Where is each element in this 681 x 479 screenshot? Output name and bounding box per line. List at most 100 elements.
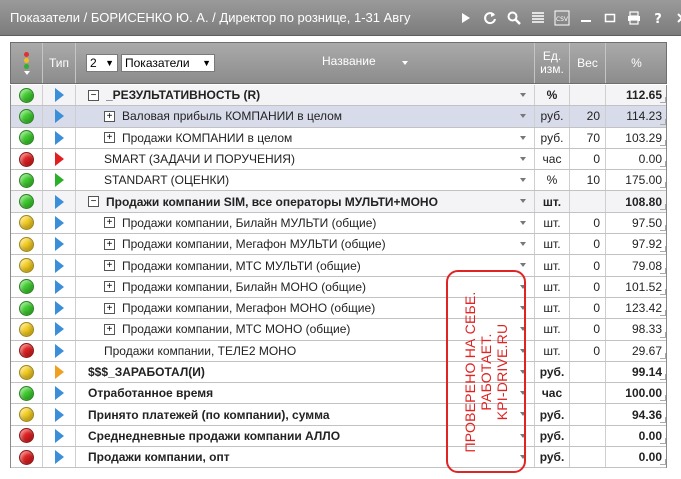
play-blue-icon[interactable] xyxy=(54,109,64,124)
name-cell[interactable]: − Продажи компании SIM, все операторы МУЛ… xyxy=(76,191,535,212)
play-blue-icon[interactable] xyxy=(54,428,64,443)
weight-cell[interactable] xyxy=(570,425,606,447)
collapse-icon[interactable]: − xyxy=(88,89,99,101)
type-column-header[interactable]: Тип xyxy=(43,43,76,83)
play-blue-icon[interactable] xyxy=(54,194,64,209)
status-column-header[interactable] xyxy=(11,43,43,83)
weight-cell[interactable]: 70 xyxy=(570,127,606,148)
weight-cell[interactable] xyxy=(570,447,606,468)
table-row[interactable]: SMART (ЗАДАЧИ И ПОРУЧЕНИЯ) час 0 0.00 xyxy=(11,148,666,171)
weight-cell[interactable]: 0 xyxy=(570,255,606,276)
table-row[interactable]: Среднедневные продажи компании АЛЛО руб. 0… xyxy=(11,425,666,448)
percent-column-header[interactable]: % xyxy=(606,43,667,83)
play-icon[interactable] xyxy=(458,10,474,26)
play-blue-icon[interactable] xyxy=(54,322,64,337)
help-icon[interactable]: ? xyxy=(650,10,666,26)
chevron-down-icon[interactable] xyxy=(520,220,526,225)
table-row[interactable]: Принято платежей (по компании), сумма руб… xyxy=(11,404,666,426)
play-blue-icon[interactable] xyxy=(54,301,64,316)
expand-icon[interactable]: + xyxy=(104,260,115,272)
table-row[interactable]: + Продажи компании, Мегафон МОНО (общие) ш… xyxy=(11,297,666,320)
print-icon[interactable] xyxy=(626,10,642,26)
play-green-icon[interactable] xyxy=(54,173,64,188)
maximize-icon[interactable] xyxy=(602,10,618,26)
weight-cell[interactable]: 0 xyxy=(570,297,606,319)
table-row[interactable]: Продажи компании, ТЕЛЕ2 МОНО шт. 0 29.67 xyxy=(11,340,666,362)
expand-icon[interactable]: + xyxy=(104,217,115,229)
name-header-label[interactable]: Название xyxy=(322,55,376,68)
play-orange-icon[interactable] xyxy=(54,365,64,379)
expand-icon[interactable]: + xyxy=(104,132,115,144)
play-blue-icon[interactable] xyxy=(54,386,64,401)
weight-cell[interactable]: 0 xyxy=(570,212,606,234)
play-blue-icon[interactable] xyxy=(54,279,64,294)
weight-cell[interactable]: 10 xyxy=(570,170,606,191)
expand-icon[interactable]: + xyxy=(104,302,115,314)
chevron-down-icon[interactable] xyxy=(520,156,526,161)
table-row[interactable]: + Продажи компании, Мегафон МУЛЬТИ (общие… xyxy=(11,234,666,256)
chevron-down-icon[interactable] xyxy=(520,178,526,183)
table-row[interactable]: STANDART (ОЦЕНКИ)% 10 175.00 xyxy=(11,170,666,192)
chevron-down-icon[interactable] xyxy=(520,263,526,268)
weight-cell[interactable] xyxy=(570,361,606,383)
list-icon[interactable] xyxy=(530,10,546,26)
chevron-down-icon[interactable] xyxy=(520,114,526,119)
name-cell[interactable]: + Продажи компании, Мегафон МУЛЬТИ (общие… xyxy=(76,234,535,255)
table-row[interactable]: Продажи компании, опт руб. 0.00 xyxy=(11,447,666,469)
weight-column-header[interactable]: Вес xyxy=(570,43,606,83)
weight-cell[interactable]: 0 xyxy=(570,148,606,170)
weight-cell[interactable] xyxy=(570,191,606,212)
search-icon[interactable] xyxy=(506,10,522,26)
unit-column-header[interactable]: Ед. изм. xyxy=(535,43,570,83)
table-row[interactable]: − Продажи компании SIM, все операторы МУЛ… xyxy=(11,191,666,213)
chevron-down-icon[interactable] xyxy=(520,199,526,204)
minimize-icon[interactable] xyxy=(578,10,594,26)
csv-icon[interactable]: CSV xyxy=(554,10,570,26)
table-row[interactable]: − _РЕЗУЛЬТАТИВНОСТЬ (R)% 112.65 xyxy=(11,85,666,107)
name-cell[interactable]: + Валовая прибыль КОМПАНИИ в целом xyxy=(76,106,535,127)
level-select[interactable]: 2 ▼ xyxy=(86,54,118,72)
weight-cell[interactable]: 0 xyxy=(570,319,606,340)
chevron-down-icon[interactable] xyxy=(520,242,526,247)
play-blue-icon[interactable] xyxy=(54,258,64,273)
play-blue-icon[interactable] xyxy=(54,215,64,230)
weight-cell[interactable]: 0 xyxy=(570,340,606,361)
play-blue-icon[interactable] xyxy=(54,407,64,422)
view-select[interactable]: Показатели ▼ xyxy=(121,54,215,72)
weight-cell[interactable]: 20 xyxy=(570,106,606,127)
refresh-icon[interactable] xyxy=(482,10,498,26)
expand-icon[interactable]: + xyxy=(104,238,115,250)
name-cell[interactable]: SMART (ЗАДАЧИ И ПОРУЧЕНИЯ) xyxy=(76,148,535,170)
weight-cell[interactable]: 0 xyxy=(570,276,606,297)
weight-cell[interactable] xyxy=(570,383,606,404)
collapse-icon[interactable]: − xyxy=(88,196,99,208)
name-cell[interactable]: + Продажи КОМПАНИИ в целом xyxy=(76,127,535,148)
name-cell[interactable]: − _РЕЗУЛЬТАТИВНОСТЬ (R) xyxy=(76,85,535,106)
play-blue-icon[interactable] xyxy=(54,343,64,358)
name-sort-icon[interactable] xyxy=(402,61,408,65)
name-cell[interactable]: + Продажи компании, Билайн МУЛЬТИ (общие) xyxy=(76,212,535,234)
chevron-down-icon[interactable] xyxy=(520,135,526,140)
table-row[interactable]: + Продажи КОМПАНИИ в целом руб. 70 103.29 xyxy=(11,127,666,149)
table-row[interactable]: + Продажи компании, Билайн МУЛЬТИ (общие)… xyxy=(11,212,666,235)
table-row[interactable]: + Продажи компании, Билайн МОНО (общие) шт… xyxy=(11,276,666,298)
expand-icon[interactable]: + xyxy=(104,281,115,293)
weight-cell[interactable]: 0 xyxy=(570,234,606,255)
expand-icon[interactable]: + xyxy=(104,110,115,122)
table-row[interactable]: + Продажи компании, МТС МОНО (общие) шт. 0 9… xyxy=(11,319,666,341)
table-row[interactable]: + Продажи компании, МТС МУЛЬТИ (общие) шт.… xyxy=(11,255,666,277)
chevron-down-icon[interactable] xyxy=(520,93,526,97)
expand-icon[interactable]: + xyxy=(104,323,115,335)
table-row[interactable]: + Валовая прибыль КОМПАНИИ в целом руб. 20 1… xyxy=(11,106,666,128)
weight-cell[interactable] xyxy=(570,85,606,106)
play-blue-icon[interactable] xyxy=(54,450,64,465)
table-row[interactable]: $$$_ЗАРАБОТАЛ(И) руб. 99.14 xyxy=(11,361,666,384)
close-icon[interactable] xyxy=(674,10,681,26)
play-red-icon[interactable] xyxy=(54,152,64,167)
play-blue-icon[interactable] xyxy=(54,88,64,103)
play-blue-icon[interactable] xyxy=(54,130,64,145)
play-blue-icon[interactable] xyxy=(54,237,64,252)
name-cell[interactable]: STANDART (ОЦЕНКИ) xyxy=(76,170,535,191)
weight-cell[interactable] xyxy=(570,404,606,425)
table-row[interactable]: Отработанное время час 100.00 xyxy=(11,383,666,405)
